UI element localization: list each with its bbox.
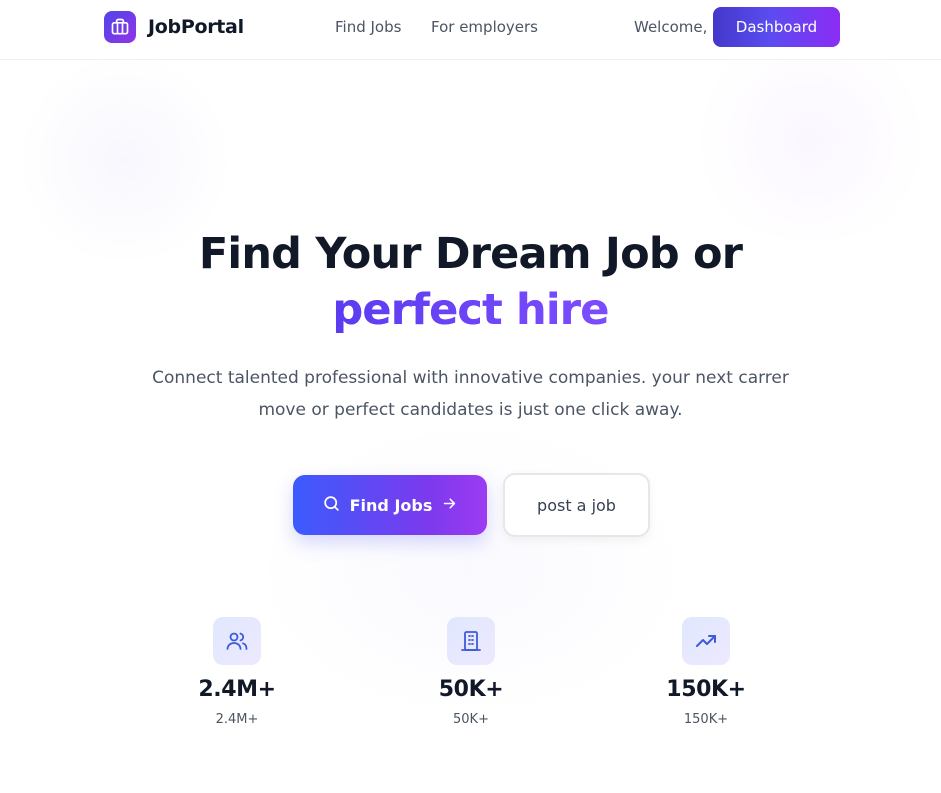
- stat-value: 150K+: [666, 677, 746, 702]
- top-navbar: JobPortal Find Jobs For employers Welcom…: [0, 0, 941, 60]
- stat-item: 50K+ 50K+: [381, 617, 561, 727]
- briefcase-icon[interactable]: [104, 11, 136, 43]
- stat-label: 150K+: [683, 712, 729, 727]
- hero-title-highlight: perfect hire: [332, 285, 609, 335]
- nav-for-employers[interactable]: For employers: [431, 18, 538, 36]
- background-glow-right: [681, 40, 941, 240]
- nav-find-jobs[interactable]: Find Jobs: [335, 18, 401, 36]
- brand-name[interactable]: JobPortal: [148, 16, 244, 38]
- arrow-right-icon: [441, 495, 458, 516]
- find-jobs-button[interactable]: Find Jobs: [293, 475, 487, 535]
- building-icon: [447, 617, 495, 665]
- post-job-button[interactable]: post a job: [503, 473, 650, 537]
- hero-title-line1: Find Your Dream Job or: [198, 229, 743, 279]
- stat-value: 50K+: [438, 677, 504, 702]
- dashboard-button[interactable]: Dashboard: [713, 7, 840, 47]
- hero-subtitle: Connect talented professional with innov…: [152, 368, 789, 420]
- users-icon: [213, 617, 261, 665]
- trending-up-icon: [682, 617, 730, 665]
- search-icon: [322, 494, 341, 517]
- hero-title-line2: perfect hire: [0, 285, 941, 335]
- welcome-text: Welcome,: [634, 18, 708, 36]
- stat-label: 2.4M+: [215, 712, 259, 727]
- stat-label: 50K+: [453, 712, 489, 727]
- stat-item: 150K+ 150K+: [616, 617, 796, 727]
- stat-item: 2.4M+ 2.4M+: [147, 617, 327, 727]
- find-jobs-label: Find Jobs: [349, 495, 433, 515]
- stat-value: 2.4M+: [198, 677, 276, 702]
